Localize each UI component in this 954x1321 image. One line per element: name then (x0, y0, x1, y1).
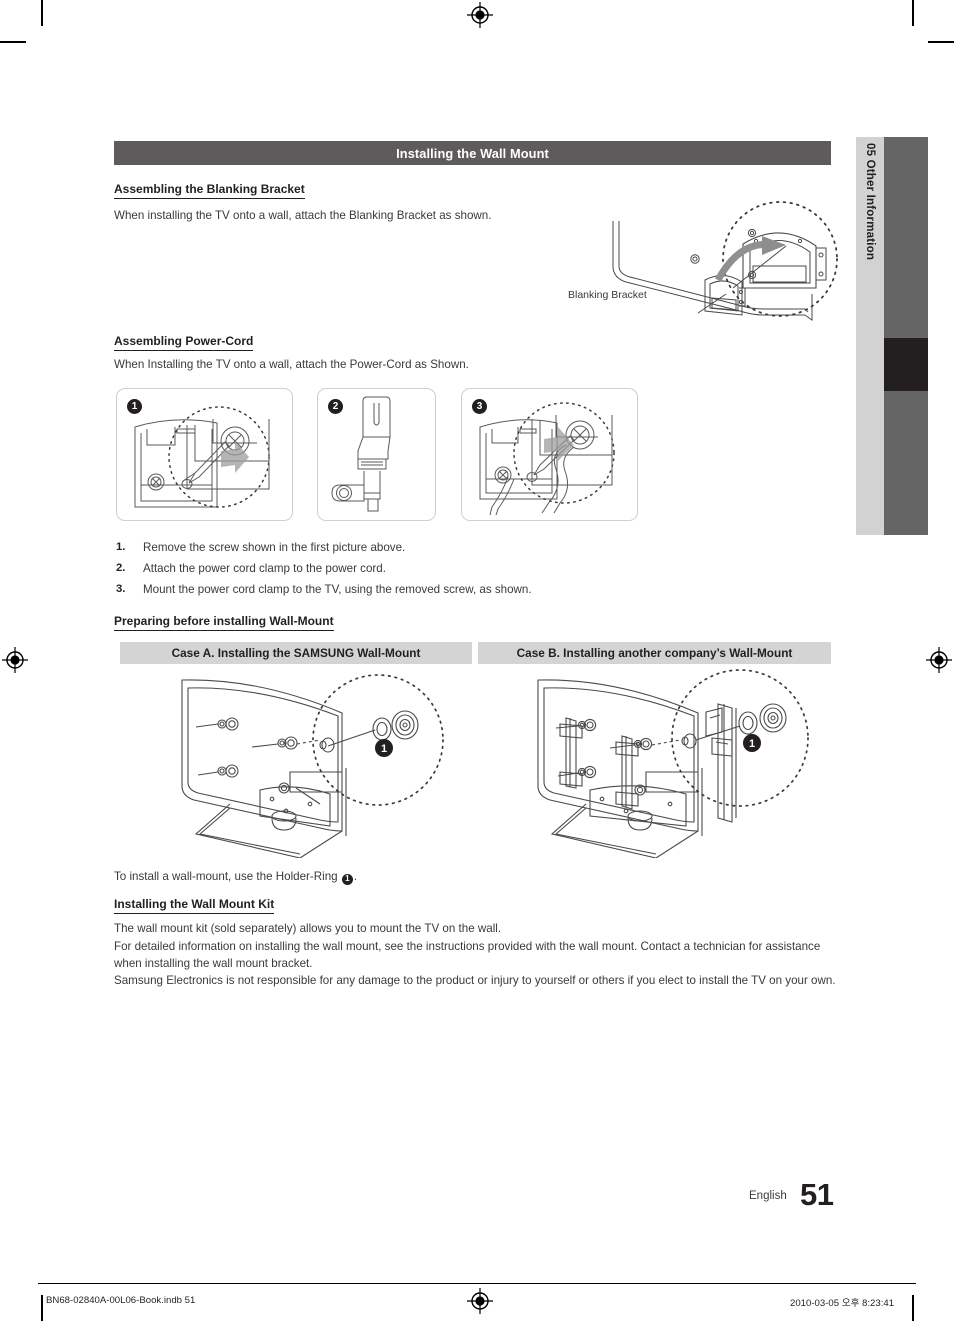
panel-3-badge: 3 (472, 399, 487, 414)
wall-mount-kit-paragraph-1: The wall mount kit (sold separately) all… (114, 922, 502, 935)
figure-case-b-tv: 1 (537, 669, 809, 858)
chapter-tab-strip: 05 Other Information (856, 137, 884, 535)
crop-mark-top-left-v (41, 0, 43, 26)
chapter-tab-label: 05 Other Information (864, 143, 876, 261)
text-holder-ring-note: To install a wall-mount, use the Holder-… (114, 869, 357, 885)
panel-2-badge: 2 (328, 399, 343, 414)
crop-mark-top-right-h (928, 41, 954, 43)
figure-panel-3: 3 (461, 388, 638, 521)
figure-label-blanking-bracket: Blanking Bracket (568, 289, 647, 301)
print-footer-filename: BN68-02840A-00L06-Book.indb 51 (46, 1295, 196, 1306)
registration-mark-left (2, 647, 28, 673)
holder-ring-note-prefix: To install a wall-mount, use the Holder-… (114, 870, 341, 883)
heading-installing-wall-mount-kit: Installing the Wall Mount Kit (114, 897, 275, 914)
step-2-text: Attach the power cord clamp to the power… (143, 562, 386, 575)
crop-mark-top-right-v (912, 0, 914, 26)
crop-mark-top-left-h (0, 41, 26, 43)
footer-rule (38, 1283, 916, 1284)
holder-ring-note-suffix: . (353, 870, 358, 883)
manual-page: 05 Other Information Installing the Wall… (0, 0, 954, 1321)
figure-blanking-bracket (612, 201, 838, 321)
case-b-header: Case B. Installing another company’s Wal… (478, 642, 831, 664)
wall-mount-kit-paragraph-2: For detailed information on installing t… (114, 940, 821, 970)
case-a-label: Case A. Installing the SAMSUNG Wall-Moun… (171, 646, 421, 660)
wall-mount-kit-paragraph-3: Samsung Electronics is not responsible f… (114, 974, 836, 987)
page-language-label: English (749, 1190, 787, 1202)
svg-text:1: 1 (381, 743, 387, 755)
page-number: 51 (800, 1177, 834, 1212)
registration-mark-bottom (467, 1288, 493, 1314)
section-banner-title: Installing the Wall Mount (396, 145, 549, 161)
holder-ring-badge-icon: 1 (341, 873, 353, 885)
panel-1-badge: 1 (127, 399, 142, 414)
text-blanking-bracket-body: When installing the TV onto a wall, atta… (114, 209, 492, 222)
registration-mark-top (467, 2, 493, 28)
step-3-text: Mount the power cord clamp to the TV, us… (143, 583, 532, 596)
section-banner: Installing the Wall Mount (114, 141, 831, 165)
svg-text:1: 1 (749, 738, 755, 750)
text-power-cord-body: When Installing the TV onto a wall, atta… (114, 358, 469, 371)
figure-panel-2: 2 (317, 388, 436, 521)
heading-preparing-wall-mount: Preparing before installing Wall-Mount (114, 614, 334, 631)
step-1-text: Remove the screw shown in the first pict… (143, 541, 406, 554)
print-footer-timestamp: 2010-03-05 오후 8:23:41 (790, 1298, 895, 1309)
chapter-tab-bar (884, 137, 928, 535)
figure-panel-1-drawing (134, 406, 270, 508)
chapter-tab-active-block (884, 338, 928, 391)
heading-assembling-power-cord: Assembling Power-Cord (114, 334, 254, 351)
figure-panel-3-drawing (479, 402, 615, 516)
case-b-label: Case B. Installing another company’s Wal… (516, 646, 793, 660)
registration-mark-right (926, 647, 952, 673)
case-a-header: Case A. Installing the SAMSUNG Wall-Moun… (120, 642, 472, 664)
figure-panel-1: 1 (116, 388, 293, 521)
step-1-number: 1. (116, 541, 126, 553)
crop-mark-bottom-right-v (912, 1295, 914, 1321)
crop-mark-bottom-left-v (41, 1295, 43, 1321)
step-3-number: 3. (116, 583, 126, 595)
figure-case-a-tv: 1 (181, 674, 444, 858)
step-2-number: 2. (116, 562, 126, 574)
heading-assembling-blanking-bracket: Assembling the Blanking Bracket (114, 182, 305, 199)
